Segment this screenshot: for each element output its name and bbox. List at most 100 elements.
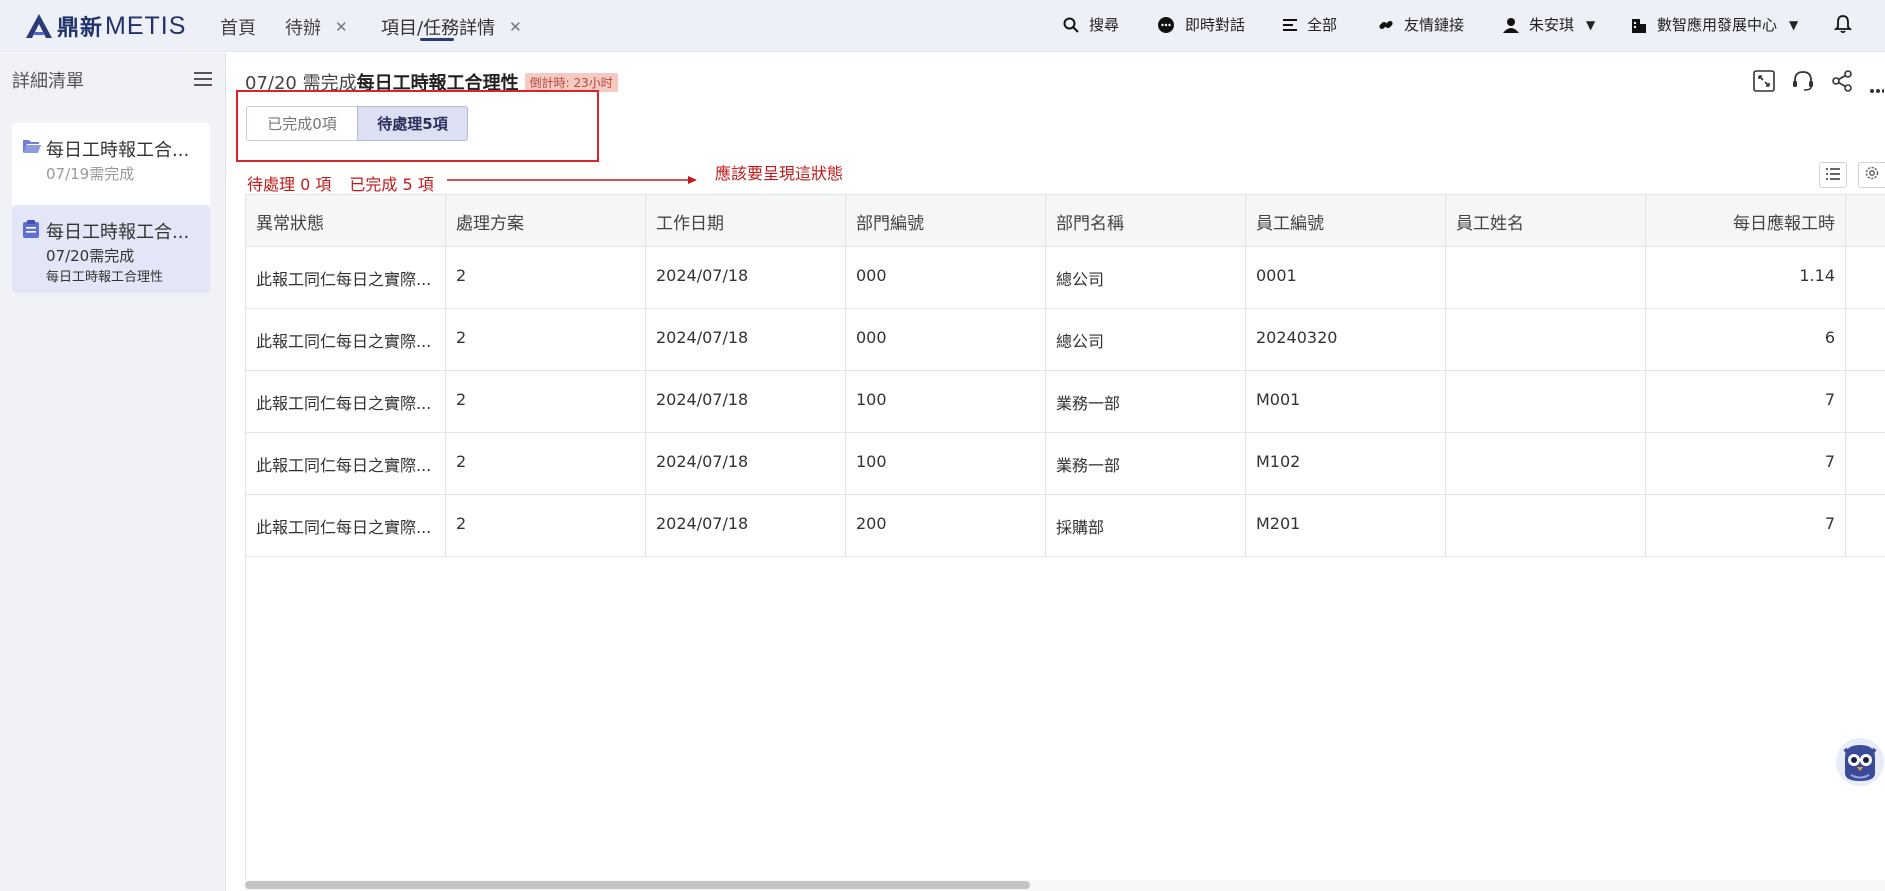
segment-pending[interactable]: 待處理5項 [357, 106, 468, 141]
exception-data-table: 異常狀態 處理方案 工作日期 部門編號 部門名稱 員工編號 員工姓名 每日應報工… [245, 194, 1885, 891]
notification-button[interactable] [1834, 14, 1862, 34]
active-tab-indicator [420, 38, 454, 41]
annotation-arrow-icon [447, 176, 697, 184]
column-header[interactable]: 每日應報工時 [1646, 195, 1846, 247]
headset-icon[interactable] [1792, 70, 1814, 96]
expand-icon[interactable] [1753, 70, 1775, 96]
annotation-pending: 待處理 0 項 [247, 175, 332, 194]
cell-work-date: 2024/07/18 [646, 247, 846, 308]
column-header[interactable]: 員工編號 [1246, 195, 1446, 247]
cell-dept-code: 200 [846, 495, 1046, 556]
chat-button[interactable]: 即時對話 [1157, 14, 1245, 35]
search-icon [1063, 17, 1079, 33]
table-settings-button[interactable] [1858, 162, 1885, 188]
cell-exception-status: 此報工同仁每日之實際... [246, 433, 446, 494]
table-row[interactable]: 此報工同仁每日之實際... 2 2024/07/18 200 採購部 M201 … [246, 495, 1885, 557]
org-name: 數智應用發展中心 [1657, 16, 1778, 34]
cell-solution: 2 [446, 495, 646, 556]
table-row[interactable]: 此報工同仁每日之實際... 2 2024/07/18 000 總公司 20240… [246, 309, 1885, 371]
user-icon [1503, 17, 1519, 33]
more-icon[interactable] [1870, 80, 1885, 98]
cell-employee-name [1446, 247, 1646, 308]
cell-daily-hours: 1.14 [1646, 247, 1846, 308]
search-button[interactable]: 搜尋 [1063, 14, 1119, 35]
tab-home[interactable]: 首頁 [220, 14, 256, 40]
all-label: 全部 [1307, 16, 1338, 34]
cell-solution: 2 [446, 371, 646, 432]
chevron-down-icon: ▼ [1586, 17, 1596, 32]
cell-exception-status: 此報工同仁每日之實際... [246, 309, 446, 370]
segment-completed[interactable]: 已完成0項 [246, 106, 357, 141]
tab-todo-label: 待辦 [285, 18, 321, 39]
all-menu-button[interactable]: 全部 [1283, 14, 1337, 35]
column-header-filler [1846, 195, 1885, 247]
sidebar-item-task-0720[interactable]: 每日工時報工合... 07/20需完成 每日工時報工合理性 [12, 205, 210, 293]
close-icon[interactable]: ✕ [509, 18, 522, 36]
cell-filler [1846, 495, 1885, 556]
cell-work-date: 2024/07/18 [646, 309, 846, 370]
brand-logo[interactable]: 鼎新 METIS [24, 11, 186, 41]
tab-todo[interactable]: 待辦 ✕ [285, 14, 348, 40]
user-menu[interactable]: 朱安琪 ▼ [1503, 14, 1595, 35]
cell-employee-id: M201 [1246, 495, 1446, 556]
tab-home-label: 首頁 [220, 18, 256, 39]
sidebar-item-title: 每日工時報工合... [46, 222, 190, 243]
list-icon [1283, 18, 1297, 32]
brand-en: METIS [105, 11, 187, 40]
column-list-button[interactable] [1819, 162, 1847, 188]
chat-label: 即時對話 [1185, 16, 1246, 34]
cell-employee-name [1446, 433, 1646, 494]
cell-dept-name: 總公司 [1046, 309, 1246, 370]
cell-solution: 2 [446, 247, 646, 308]
cell-work-date: 2024/07/18 [646, 495, 846, 556]
sidebar-item-title: 每日工時報工合... [46, 140, 190, 161]
cell-exception-status: 此報工同仁每日之實際... [246, 371, 446, 432]
column-header[interactable]: 處理方案 [446, 195, 646, 247]
cell-dept-code: 100 [846, 371, 1046, 432]
assistant-owl-icon[interactable] [1835, 737, 1885, 787]
tab-task-detail[interactable]: 項目/任務詳情 ✕ [381, 14, 522, 40]
hamburger-menu-icon[interactable] [194, 71, 212, 91]
cell-filler [1846, 433, 1885, 494]
cell-employee-id: 20240320 [1246, 309, 1446, 370]
close-icon[interactable]: ✕ [335, 18, 348, 36]
cell-dept-code: 000 [846, 309, 1046, 370]
column-header[interactable]: 工作日期 [646, 195, 846, 247]
link-icon [1378, 17, 1394, 33]
table-row[interactable]: 此報工同仁每日之實際... 2 2024/07/18 000 總公司 0001 … [246, 247, 1885, 309]
column-header[interactable]: 部門編號 [846, 195, 1046, 247]
table-header: 異常狀態 處理方案 工作日期 部門編號 部門名稱 員工編號 員工姓名 每日應報工… [246, 194, 1885, 247]
org-menu[interactable]: 數智應用發展中心 ▼ [1631, 14, 1798, 35]
countdown-badge: 倒計時: 23小时 [524, 72, 618, 92]
gear-icon [1864, 165, 1880, 185]
cell-solution: 2 [446, 433, 646, 494]
cell-exception-status: 此報工同仁每日之實際... [246, 247, 446, 308]
column-header[interactable]: 部門名稱 [1046, 195, 1246, 247]
brand-cn: 鼎新 [57, 16, 104, 41]
logo-mark-icon [26, 14, 52, 38]
share-icon[interactable] [1831, 70, 1853, 96]
cell-daily-hours: 6 [1646, 309, 1846, 370]
cell-filler [1846, 309, 1885, 370]
links-label: 友情鏈接 [1404, 16, 1465, 34]
list-settings-icon [1826, 166, 1840, 184]
clipboard-icon [22, 220, 40, 242]
cell-filler [1846, 247, 1885, 308]
column-header[interactable]: 異常狀態 [246, 195, 446, 247]
column-header[interactable]: 員工姓名 [1446, 195, 1646, 247]
cell-employee-name [1446, 309, 1646, 370]
sidebar-title: 詳細清單 [12, 71, 84, 92]
cell-solution: 2 [446, 309, 646, 370]
chevron-down-icon: ▼ [1789, 17, 1799, 32]
table-row[interactable]: 此報工同仁每日之實際... 2 2024/07/18 100 業務一部 M102… [246, 433, 1885, 495]
sidebar-item-date: 07/19需完成 [46, 165, 135, 183]
sidebar-item-task-0719[interactable]: 每日工時報工合... 07/19需完成 [12, 123, 210, 211]
cell-work-date: 2024/07/18 [646, 433, 846, 494]
horizontal-scrollbar-thumb[interactable] [245, 881, 1030, 889]
tab-task-detail-label: 項目/任務詳情 [381, 18, 496, 39]
table-row[interactable]: 此報工同仁每日之實際... 2 2024/07/18 100 業務一部 M001… [246, 371, 1885, 433]
friendly-links-button[interactable]: 友情鏈接 [1378, 14, 1464, 35]
cell-daily-hours: 7 [1646, 433, 1846, 494]
detail-list-sidebar: 詳細清單 每日工時報工合... 07/19需完成 每日工時報工合... 07/2… [0, 53, 226, 891]
cell-dept-code: 000 [846, 247, 1046, 308]
